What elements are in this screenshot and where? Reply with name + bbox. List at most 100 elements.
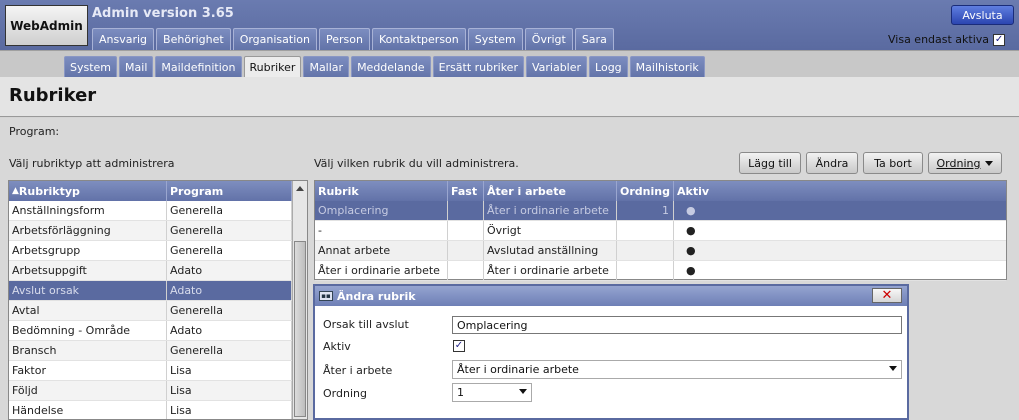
sub-tab-rubriker[interactable]: Rubriker [243,56,302,78]
table-row[interactable]: Anställningsform Generella [9,201,307,221]
app-header: WebAdmin Admin version 3.65 Avsluta Ansv… [0,0,1019,50]
aktiv-cell: ● [686,264,696,277]
ater-cell: Åter i ordinarie arbete [484,261,617,280]
sub-tab-bar: System Mail Maildefinition Rubriker Mallar Me… [0,50,1019,78]
table-row[interactable]: Avslut orsak Adato [9,281,307,301]
dialog-title: Ändra rubrik [337,289,416,303]
sub-tab-maildefinition[interactable]: Maildefinition [155,56,242,78]
program-cell: Adato [167,261,292,280]
rubrik-cell: Annat arbete [315,241,448,260]
fast-cell [448,201,484,220]
sub-tab-system[interactable]: System [64,56,118,78]
ater-select-value: Åter i ordinarie arbete [457,363,579,376]
column-header-aktiv[interactable]: Aktiv [674,181,1006,201]
ordning-select-value: 1 [457,386,464,399]
app-version: Admin version 3.65 [92,6,234,21]
scrollbar-thumb[interactable] [294,241,306,417]
sub-tabs: System Mail Maildefinition Rubriker Mallar Me… [64,56,705,78]
sub-tab-variabler[interactable]: Variabler [525,56,588,78]
main-tab-person[interactable]: Person [318,28,370,50]
rubriktyp-cell: Händelse [9,401,167,419]
left-instruction: Välj rubriktyp att administrera [9,157,175,170]
sub-tab-mail[interactable]: Mail [119,56,154,78]
orsak-input[interactable]: Omplacering [452,316,902,334]
rubriktyp-cell: Faktor [9,361,167,380]
dialog-titlebar[interactable]: ▪▪ Ändra rubrik [315,286,907,306]
fast-cell [448,261,484,280]
sort-asc-icon: ▲ [12,186,19,196]
ater-label: Åter i arbete [323,364,393,377]
table-row[interactable]: Avtal Generella [9,301,307,321]
table-row[interactable]: Åter i ordinarie arbete Åter i ordinarie … [315,261,1006,281]
window-icon: ▪▪ [319,291,333,301]
main-tabs: Ansvarig Behörighet Organisation Person Kont… [92,28,614,50]
scroll-up-icon[interactable] [296,186,304,191]
edit-button[interactable]: Ändra [806,152,858,174]
rubriktyp-table-header: ▲ Rubriktyp Program [9,181,307,201]
program-label: Program: [9,125,60,138]
ater-select[interactable]: Åter i ordinarie arbete [452,360,902,379]
aktiv-label: Aktiv [323,340,351,353]
column-header-rubrik[interactable]: Rubrik [315,181,448,201]
sub-tab-logg[interactable]: Logg [589,56,628,78]
table-row[interactable]: Arbetsförläggning Generella [9,221,307,241]
column-header-ater[interactable]: Åter i arbete [484,181,617,201]
sub-tab-mallar[interactable]: Mallar [303,56,350,78]
chevron-down-icon [519,389,527,394]
column-header-program[interactable]: Program [167,181,292,201]
main-tab-behörighet[interactable]: Behörighet [156,28,231,50]
table-row[interactable]: Omplacering Åter i ordinarie arbete 1 ● [315,201,1006,221]
rubrik-cell: Omplacering [315,201,448,220]
table-row[interactable]: Arbetsuppgift Adato [9,261,307,281]
table-row[interactable]: Bedömning - Område Adato [9,321,307,341]
table-row[interactable]: Annat arbete Avslutad anställning ● [315,241,1006,261]
aktiv-checkbox[interactable]: ✓ [453,340,465,352]
program-cell: Adato [167,321,292,340]
main-tab-system[interactable]: System [467,28,523,50]
program-cell: Generella [167,241,292,260]
column-header-ordning[interactable]: Ordning [617,181,674,201]
ater-cell: Åter i ordinarie arbete [484,201,617,220]
rubriktyp-table: ▲ Rubriktyp Program Anställningsform Gene… [8,180,308,420]
main-tab-ansvarig[interactable]: Ansvarig [92,28,155,50]
scrollbar[interactable] [292,181,307,419]
rubriktyp-cell: Följd [9,381,167,400]
fast-cell [448,221,484,240]
delete-button[interactable]: Ta bort [863,152,923,174]
sub-tab-ersätt-rubriker[interactable]: Ersätt rubriker [432,56,524,78]
main-tab-kontaktperson[interactable]: Kontaktperson [371,28,466,50]
close-icon[interactable]: ✕ [872,288,902,303]
column-header-rubriktyp[interactable]: ▲ Rubriktyp [9,181,167,201]
program-cell: Generella [167,221,292,240]
program-cell: Generella [167,301,292,320]
right-instruction: Välj vilken rubrik du vill administrera. [314,157,519,170]
chevron-down-icon [889,366,897,371]
order-button[interactable]: Ordning [928,152,1002,174]
main-tab-sara[interactable]: Sara [574,28,614,50]
visa-aktiva-checkbox[interactable]: ✓ [993,33,1006,46]
rubriktyp-cell: Avtal [9,301,167,320]
fast-cell [448,241,484,260]
visa-aktiva-label: Visa endast aktiva [888,33,990,46]
table-row[interactable]: Arbetsgrupp Generella [9,241,307,261]
sub-tab-meddelande[interactable]: Meddelande [351,56,431,78]
edit-rubrik-dialog: ▪▪ Ändra rubrik ✕ Orsak till avslut Ompl… [313,284,909,420]
page-title: Rubriker [9,85,97,106]
sub-tab-mailhistorik[interactable]: Mailhistorik [629,56,705,78]
program-cell: Generella [167,341,292,360]
rubriktyp-cell: Avslut orsak [9,281,167,300]
add-button[interactable]: Lägg till [739,152,801,174]
table-row[interactable]: Faktor Lisa [9,361,307,381]
rubriktyp-cell: Bransch [9,341,167,360]
table-row[interactable]: - Övrigt ● [315,221,1006,241]
content-area: Program: Välj rubriktyp att administrera… [0,118,1019,420]
table-row[interactable]: Händelse Lisa [9,401,307,419]
table-row[interactable]: Följd Lisa [9,381,307,401]
main-tab-organisation[interactable]: Organisation [232,28,317,50]
page-title-bar: Rubriker [0,77,1019,117]
main-tab-övrigt[interactable]: Övrigt [524,28,573,50]
column-header-fast[interactable]: Fast [448,181,484,201]
logout-button[interactable]: Avsluta [951,5,1014,25]
table-row[interactable]: Bransch Generella [9,341,307,361]
ordning-select[interactable]: 1 [452,383,532,402]
